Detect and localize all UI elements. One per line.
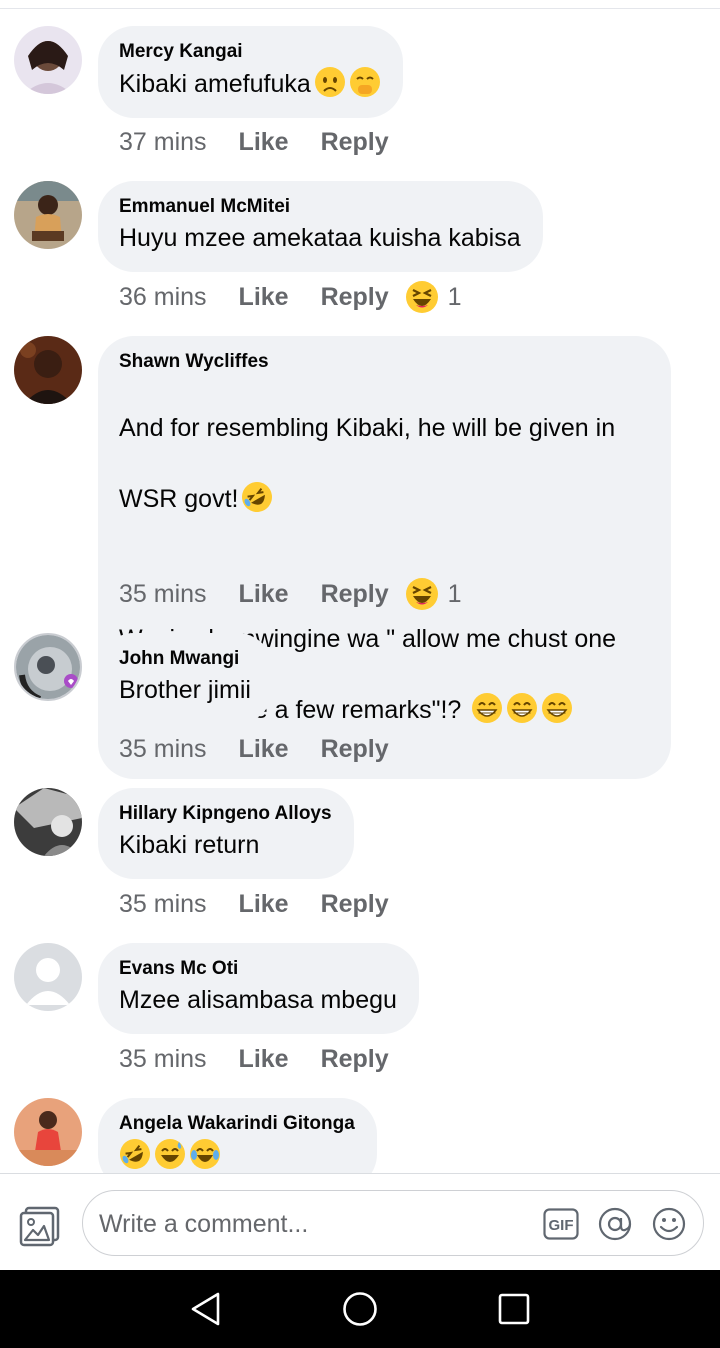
- comment-author[interactable]: Evans Mc Oti: [119, 958, 397, 980]
- comment-time: 35 mins: [119, 579, 207, 608]
- laughing-squinting-face-emoji: [405, 281, 438, 313]
- comment-composer: GIF: [0, 1173, 720, 1270]
- reply-button[interactable]: Reply: [321, 890, 389, 919]
- comment-bubble[interactable]: Hillary Kipngeno Alloys Kibaki return: [98, 788, 354, 879]
- comment-text: [119, 1138, 355, 1173]
- rolling-on-floor-laughing-emoji: [119, 1138, 151, 1170]
- avatar[interactable]: [14, 336, 82, 404]
- comment-time: 37 mins: [119, 127, 207, 156]
- like-button[interactable]: Like: [239, 283, 289, 312]
- system-navigation-bar: [0, 1270, 720, 1348]
- back-triangle-icon[interactable]: [188, 1291, 224, 1327]
- avatar[interactable]: [14, 181, 82, 249]
- comment-text: Kibaki return: [119, 831, 260, 859]
- reply-button[interactable]: Reply: [321, 580, 389, 609]
- like-button[interactable]: Like: [239, 1045, 289, 1074]
- reply-button[interactable]: Reply: [321, 1045, 389, 1074]
- comment-time: 35 mins: [119, 734, 207, 763]
- avatar[interactable]: [14, 1098, 82, 1166]
- comment-text: Brother jimii: [119, 676, 251, 704]
- comment-bubble[interactable]: Evans Mc Oti Mzee alisambasa mbegu: [98, 943, 419, 1034]
- comment-input[interactable]: [99, 1205, 519, 1243]
- recents-square-icon[interactable]: [496, 1291, 532, 1327]
- rolling-on-floor-laughing-emoji: [241, 481, 273, 513]
- comment-bubble[interactable]: Angela Wakarindi Gitonga: [98, 1098, 377, 1173]
- reaction-summary[interactable]: 1: [405, 280, 462, 314]
- gif-label: GIF: [549, 1217, 574, 1234]
- beaming-face-emoji: [506, 692, 538, 724]
- reply-button[interactable]: Reply: [321, 735, 389, 764]
- home-circle-icon[interactable]: [342, 1291, 378, 1327]
- reaction-summary[interactable]: 1: [405, 577, 462, 611]
- like-button[interactable]: Like: [239, 580, 289, 609]
- comment-author[interactable]: Shawn Wycliffes: [119, 351, 651, 373]
- reply-button[interactable]: Reply: [321, 128, 389, 157]
- comment-text: Huyu mzee amekataa kuisha kabisa: [119, 224, 521, 252]
- avatar[interactable]: [14, 633, 82, 701]
- comment-author[interactable]: Mercy Kangai: [119, 41, 381, 63]
- at-icon[interactable]: [597, 1206, 633, 1242]
- comment-author[interactable]: Hillary Kipngeno Alloys: [119, 803, 332, 825]
- like-button[interactable]: Like: [239, 890, 289, 919]
- worried-face-emoji: [314, 66, 346, 98]
- comment-author[interactable]: Emmanuel McMitei: [119, 196, 521, 218]
- gif-button[interactable]: GIF: [543, 1208, 579, 1240]
- grinning-sweat-emoji: [154, 1138, 186, 1170]
- comment-bubble[interactable]: John Mwangi Brother jimii: [98, 633, 273, 724]
- comment-time: 36 mins: [119, 282, 207, 311]
- comment-actions: 35 mins Like Reply: [119, 729, 421, 769]
- beaming-face-emoji: [471, 692, 503, 724]
- face-with-hand-over-mouth-emoji: [349, 66, 381, 98]
- comments-list[interactable]: Mercy Kangai Kibaki amefufuka 37 mins Li…: [0, 0, 720, 1173]
- comment-actions: 35 mins Like Reply: [119, 884, 421, 924]
- avatar[interactable]: [14, 26, 82, 94]
- comment-bubble[interactable]: Emmanuel McMitei Huyu mzee amekataa kuis…: [98, 181, 543, 272]
- comment-author[interactable]: John Mwangi: [119, 648, 251, 670]
- comment-input-wrapper: GIF: [82, 1190, 704, 1256]
- reply-button[interactable]: Reply: [321, 283, 389, 312]
- default-avatar-icon: [14, 943, 82, 1011]
- smiley-icon[interactable]: [651, 1206, 687, 1242]
- comment-time: 35 mins: [119, 889, 207, 918]
- face-with-tears-of-joy-emoji: [189, 1138, 221, 1170]
- comment-author[interactable]: Angela Wakarindi Gitonga: [119, 1113, 355, 1135]
- like-button[interactable]: Like: [239, 128, 289, 157]
- comment-actions: 35 mins Like Reply: [119, 1039, 421, 1079]
- comment-time: 35 mins: [119, 1044, 207, 1073]
- beaming-face-emoji: [541, 692, 573, 724]
- comment-actions: 36 mins Like Reply 1: [119, 277, 462, 317]
- comment-text: Kibaki amefufuka: [119, 66, 381, 102]
- photo-icon[interactable]: [18, 1204, 62, 1248]
- comment-text: Mzee alisambasa mbegu: [119, 986, 397, 1014]
- reaction-count: 1: [447, 282, 462, 311]
- reaction-count: 1: [447, 579, 462, 608]
- avatar[interactable]: [14, 788, 82, 856]
- comment-bubble[interactable]: Mercy Kangai Kibaki amefufuka: [98, 26, 403, 118]
- laughing-squinting-face-emoji: [405, 578, 438, 610]
- comment-actions: 35 mins Like Reply 1: [119, 574, 462, 614]
- like-button[interactable]: Like: [239, 735, 289, 764]
- comment-actions: 37 mins Like Reply: [119, 122, 421, 162]
- avatar[interactable]: [14, 943, 82, 1011]
